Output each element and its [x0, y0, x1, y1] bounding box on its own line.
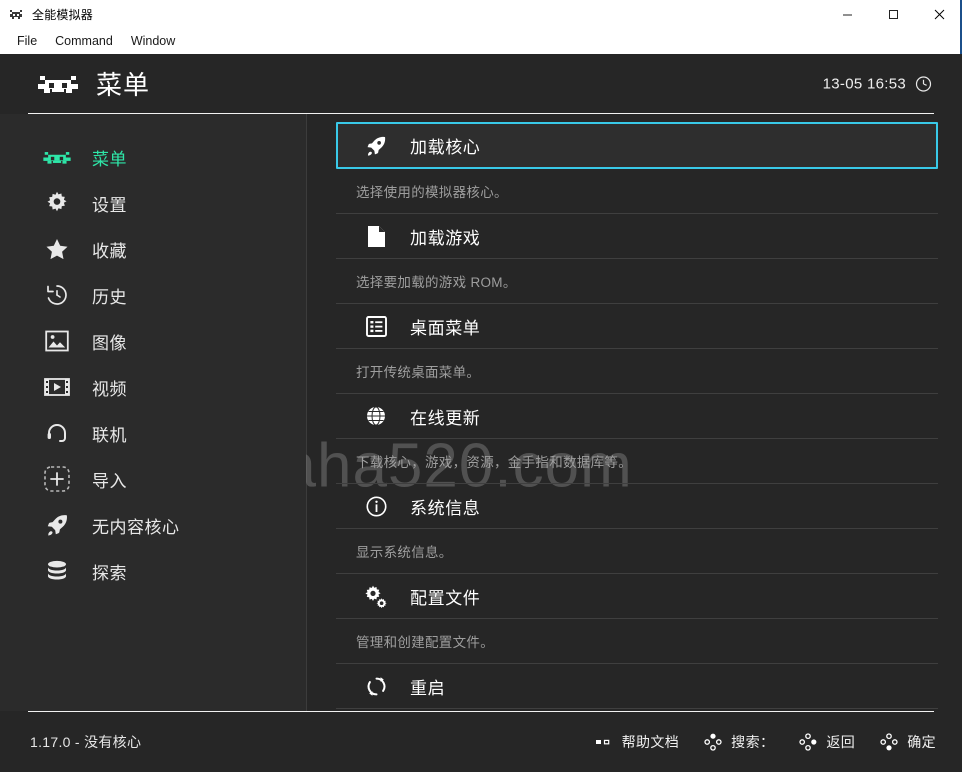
footer-button-label: 帮助文档 — [621, 734, 680, 750]
menu-item-information[interactable]: 系统信息 — [336, 484, 938, 529]
dpad-icon — [594, 733, 614, 751]
film-icon — [40, 372, 74, 402]
gears-icon — [361, 583, 391, 609]
menu-item-restart[interactable]: 重启 — [336, 664, 938, 709]
menu-item-label: 重启 — [410, 678, 446, 698]
menu-item-label: 在线更新 — [410, 408, 481, 428]
footer-button-label: 确定 — [907, 734, 936, 750]
page-title: 菜单 — [96, 70, 151, 100]
application-window: 全能模拟器 File Command Window 菜单 13-05 16:53… — [0, 0, 962, 772]
sidebar-item-video[interactable]: 视频 — [0, 364, 306, 410]
menu-items: 加载核心 选择使用的模拟器核心。 加载游戏 选择要加载的游戏 ROM。 桌面菜单… — [336, 122, 938, 711]
menu-command[interactable]: Command — [46, 31, 122, 51]
footer-button-search[interactable]: 搜索： — [703, 732, 774, 752]
menu-item-load-core[interactable]: 加载核心 — [336, 122, 938, 169]
window-controls — [824, 0, 962, 28]
footer-button-back[interactable]: 返回 — [798, 732, 855, 752]
space-invader-icon — [40, 142, 74, 172]
space-invader-icon — [36, 69, 80, 99]
list-window-icon — [361, 313, 391, 339]
database-icon — [40, 556, 74, 586]
sidebar-item-label: 历史 — [92, 287, 127, 307]
menu-item-label: 加载游戏 — [410, 228, 481, 248]
image-icon — [40, 326, 74, 356]
menu-item-configuration-file[interactable]: 配置文件 — [336, 574, 938, 619]
restart-icon — [361, 673, 391, 699]
menu-item-label: 配置文件 — [410, 588, 481, 608]
sidebar-item-menu[interactable]: 菜单 — [0, 134, 306, 180]
menu-item-online-updater[interactable]: 在线更新 — [336, 394, 938, 439]
footer-button-confirm[interactable]: 确定 — [879, 732, 936, 752]
gamepad-button-down-icon — [879, 733, 899, 751]
menu-item-description: 管理和创建配置文件。 — [336, 619, 938, 664]
menu-item-label: 加载核心 — [410, 138, 481, 157]
netplay-headset-icon — [40, 418, 74, 448]
version-label: 1.17.0 - 没有核心 — [30, 734, 142, 750]
sidebar-item-label: 导入 — [92, 471, 127, 491]
menu-item-description: 显示系统信息。 — [336, 529, 938, 574]
footer-actions: 帮助文档 搜索： 返回 确定 — [594, 732, 936, 752]
sidebar-item-images[interactable]: 图像 — [0, 318, 306, 364]
sidebar-item-label: 设置 — [92, 195, 127, 215]
clock-time: 13-05 16:53 — [822, 75, 906, 92]
sidebar-item-import[interactable]: 导入 — [0, 456, 306, 502]
footer: 1.17.0 - 没有核心 帮助文档 搜索： 返回 确定 — [0, 712, 962, 772]
menu-item-description: 选择使用的模拟器核心。 — [336, 169, 938, 214]
main-menu-list: haha520.com 加载核心 选择使用的模拟器核心。 — [306, 114, 962, 711]
history-clock-icon — [40, 280, 74, 310]
menu-item-desktop-menu[interactable]: 桌面菜单 — [336, 304, 938, 349]
gamepad-button-right-icon — [798, 733, 818, 751]
retroarch-shell: 菜单 13-05 16:53 菜单 设置 收藏 历史 图像 视频 联机 导入 无… — [0, 54, 962, 772]
close-button[interactable] — [916, 0, 962, 28]
clock: 13-05 16:53 — [823, 75, 932, 92]
sidebar-item-label: 联机 — [92, 425, 127, 445]
footer-button-label: 返回 — [826, 734, 856, 750]
sidebar-item-favorites[interactable]: 收藏 — [0, 226, 306, 272]
menu-item-label: 桌面菜单 — [410, 318, 481, 338]
globe-icon — [361, 403, 391, 429]
star-icon — [40, 234, 74, 264]
maximize-button[interactable] — [870, 0, 916, 28]
sidebar-item-netplay[interactable]: 联机 — [0, 410, 306, 456]
sidebar-item-settings[interactable]: 设置 — [0, 180, 306, 226]
minimize-button[interactable] — [824, 0, 870, 28]
sidebar: 菜单 设置 收藏 历史 图像 视频 联机 导入 无内容核心 探索 — [0, 114, 306, 711]
app-invader-icon — [8, 6, 24, 22]
menu-item-description: 选择要加载的游戏 ROM。 — [336, 259, 938, 304]
window-title: 全能模拟器 — [32, 7, 94, 22]
sidebar-item-label: 无内容核心 — [92, 517, 180, 537]
sidebar-item-label: 图像 — [92, 333, 127, 353]
menu-file[interactable]: File — [8, 31, 46, 51]
gamepad-button-up-icon — [703, 733, 723, 751]
sidebar-item-label: 菜单 — [92, 149, 127, 169]
sidebar-item-label: 收藏 — [92, 241, 127, 261]
sidebar-item-history[interactable]: 历史 — [0, 272, 306, 318]
menu-item-description: 打开传统桌面菜单。 — [336, 349, 938, 394]
file-icon — [361, 223, 391, 249]
menu-window[interactable]: Window — [122, 31, 184, 51]
footer-button-label: 搜索： — [731, 734, 775, 750]
menu-item-description: Restart RetroArch application. — [336, 709, 938, 711]
rocket-icon — [40, 510, 74, 540]
gear-icon — [40, 188, 74, 218]
footer-button-help[interactable]: 帮助文档 — [594, 732, 680, 752]
retroarch-header: 菜单 13-05 16:53 — [0, 54, 962, 113]
window-titlebar: 全能模拟器 — [0, 0, 962, 28]
info-circle-icon — [361, 493, 391, 519]
sidebar-item-label: 探索 — [92, 563, 127, 583]
sidebar-item-explore[interactable]: 探索 — [0, 548, 306, 594]
rocket-icon — [361, 133, 391, 159]
menubar: File Command Window — [0, 28, 962, 54]
add-dashed-icon — [40, 464, 74, 494]
menu-item-label: 系统信息 — [410, 498, 481, 518]
content-body: 菜单 设置 收藏 历史 图像 视频 联机 导入 无内容核心 探索 ha520.c… — [0, 114, 962, 711]
menu-item-description: 下载核心，游戏，资源，金手指和数据库等。 — [336, 439, 938, 484]
sidebar-item-contentless-cores[interactable]: 无内容核心 — [0, 502, 306, 548]
clock-icon — [915, 75, 932, 92]
sidebar-item-label: 视频 — [92, 379, 127, 399]
menu-item-load-game[interactable]: 加载游戏 — [336, 214, 938, 259]
